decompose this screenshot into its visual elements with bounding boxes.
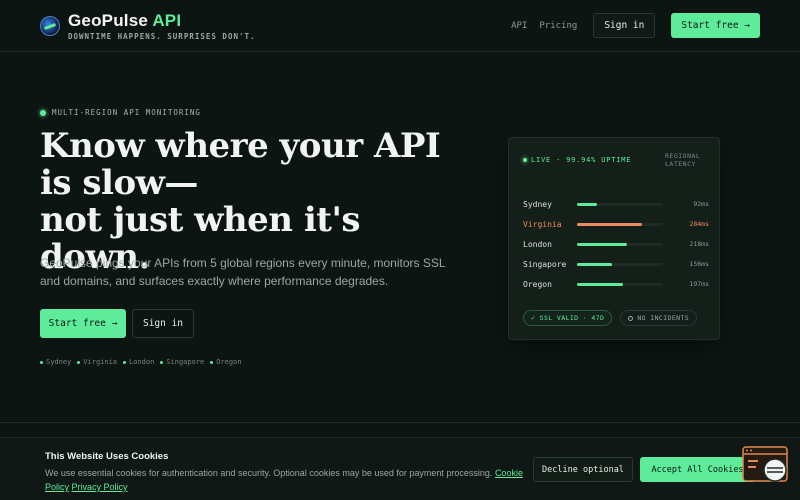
hero-headline-line1: Know where your API is slow— [40, 126, 441, 203]
latency-row: Singapore 156ms [523, 254, 709, 274]
latency-bar-track [577, 242, 663, 246]
nav-link-pricing[interactable]: Pricing [539, 21, 577, 31]
region-chip: Singapore [160, 358, 204, 366]
latency-value: 284ms [689, 220, 709, 228]
latency-bar-fill [577, 222, 643, 226]
latency-value: 197ms [689, 280, 709, 288]
latency-region-name: Oregon [523, 279, 552, 289]
region-chip: Oregon [210, 358, 242, 366]
region-list: Sydney Virginia London Singapore Oregon [40, 358, 248, 366]
latency-card: LIVE · 99.94% UPTIME REGIONAL LATENCY Sy… [508, 137, 720, 340]
region-dot-icon [40, 360, 43, 364]
region-label: Sydney [46, 358, 72, 366]
cookie-banner-body: We use essential cookies for authenticat… [45, 468, 493, 478]
regional-latency-label: REGIONAL LATENCY [665, 152, 701, 168]
latency-value: 156ms [689, 260, 709, 268]
region-dot-icon [77, 360, 81, 364]
circle-icon [628, 315, 634, 321]
latency-row: London 218ms [523, 234, 709, 254]
latency-region-name: Sydney [523, 199, 552, 209]
latency-row: Sydney 92ms [523, 194, 709, 214]
live-status: LIVE · 99.94% UPTIME [523, 152, 631, 168]
latency-bar-track [577, 222, 663, 226]
hero-cta-row: Start free → Sign in [40, 309, 194, 338]
latency-bar-fill [577, 282, 623, 286]
latency-row: Virginia 284ms [523, 214, 709, 234]
hero-eyebrow: MULTI-REGION API MONITORING [40, 108, 201, 117]
status-dot-icon [40, 109, 46, 116]
latency-region-name: Singapore [523, 259, 567, 269]
nav-link-api[interactable]: API [511, 21, 527, 31]
cookie-banner-text: We use essential cookies for authenticat… [45, 466, 525, 494]
cookie-settings-icon[interactable] [742, 445, 790, 485]
latency-rows: Sydney 92ms Virginia 284ms London 218ms … [523, 194, 709, 294]
latency-bar-fill [577, 202, 597, 206]
region-dot-icon [160, 360, 164, 364]
card-status-pills: ✓ SSL VALID · 47D NO INCIDENTS [523, 310, 705, 326]
brand-tagline: DOWNTIME HAPPENS. SURPRISES DON'T. [68, 31, 256, 41]
top-nav: GeoPulse API DOWNTIME HAPPENS. SURPRISES… [0, 0, 800, 52]
globe-logo-icon[interactable] [40, 15, 60, 36]
region-label: Oregon [216, 358, 242, 366]
latency-bar-track [577, 282, 663, 286]
brand[interactable]: GeoPulse API DOWNTIME HAPPENS. SURPRISES… [68, 11, 256, 41]
region-label: London [129, 358, 155, 366]
latency-region-name: Virginia [523, 219, 562, 229]
brand-name: GeoPulse API [68, 11, 256, 31]
hero-sign-in-button[interactable]: Sign in [132, 309, 194, 338]
latency-bar-track [577, 202, 663, 206]
latency-value: 92ms [693, 200, 709, 208]
brand-name-main: GeoPulse [68, 10, 149, 30]
nav-links: API Pricing Sign in Start free → [511, 13, 760, 38]
decline-optional-button[interactable]: Decline optional [533, 457, 633, 482]
latency-value: 218ms [689, 240, 709, 248]
region-label: Virginia [83, 358, 118, 366]
nav-start-free-button[interactable]: Start free → [671, 13, 760, 38]
live-status-text: LIVE · 99.94% UPTIME [531, 156, 632, 164]
cookie-banner-title: This Website Uses Cookies [45, 451, 169, 462]
region-dot-icon [123, 360, 127, 364]
section-divider [0, 422, 800, 423]
brand-name-accent: API [152, 10, 182, 30]
region-chip: London [123, 358, 154, 366]
privacy-policy-link[interactable]: Privacy Policy [72, 482, 128, 492]
latency-region-name: London [523, 239, 552, 249]
latency-bar-track [577, 262, 663, 266]
latency-card-header: LIVE · 99.94% UPTIME REGIONAL LATENCY [523, 152, 709, 168]
latency-bar-fill [577, 242, 627, 246]
region-chip: Virginia [77, 358, 117, 366]
accept-all-cookies-button[interactable]: Accept All Cookies [640, 457, 755, 482]
live-dot-icon [523, 158, 527, 162]
nav-sign-in-button[interactable]: Sign in [593, 13, 656, 38]
hero-start-free-button[interactable]: Start free → [40, 309, 126, 338]
region-chip: Sydney [40, 358, 71, 366]
latency-row: Oregon 197ms [523, 274, 709, 294]
ssl-valid-badge: ✓ SSL VALID · 47D [523, 310, 613, 326]
no-incidents-badge: NO INCIDENTS [620, 310, 698, 326]
region-label: Singapore [166, 358, 205, 366]
no-incidents-text: NO INCIDENTS [637, 314, 690, 322]
hero-eyebrow-text: MULTI-REGION API MONITORING [52, 108, 201, 117]
hero-subtext: GeoPulse pings your APIs from 5 global r… [40, 256, 446, 288]
region-dot-icon [210, 360, 214, 364]
latency-bar-fill [577, 262, 613, 266]
